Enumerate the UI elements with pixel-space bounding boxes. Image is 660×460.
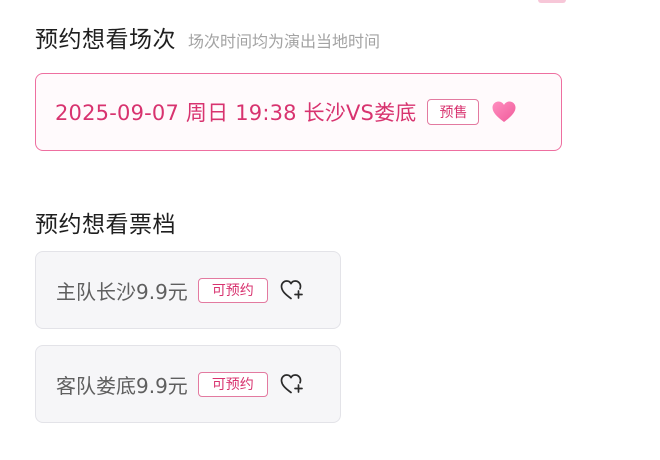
- sessions-section-header: 预约想看场次 场次时间均为演出当地时间: [35, 20, 380, 54]
- reservable-badge: 可预约: [197, 277, 268, 303]
- ticket-tier-home[interactable]: 主队长沙9.9元 可预约: [35, 251, 341, 329]
- heart-add-icon[interactable]: [280, 373, 304, 395]
- reservable-badge: 可预约: [197, 371, 268, 397]
- heart-add-icon[interactable]: [280, 279, 304, 301]
- heart-filled-icon[interactable]: [491, 100, 517, 124]
- session-label: 2025-09-07 周日 19:38 长沙VS娄底: [55, 101, 417, 125]
- sessions-note: 场次时间均为演出当地时间: [188, 32, 381, 51]
- ticket-tier-label: 主队长沙9.9元: [56, 279, 188, 304]
- ticket-tier-away[interactable]: 客队娄底9.9元 可预约: [35, 345, 341, 423]
- ticket-tier-label: 客队娄底9.9元: [56, 373, 188, 398]
- tiers-section-header: 预约想看票档: [35, 205, 176, 239]
- tiers-title: 预约想看票档: [35, 212, 176, 238]
- top-accent-bar: [538, 0, 566, 3]
- sessions-title: 预约想看场次: [35, 27, 176, 53]
- presale-badge: 预售: [427, 99, 480, 125]
- session-option[interactable]: 2025-09-07 周日 19:38 长沙VS娄底 预售: [35, 73, 562, 151]
